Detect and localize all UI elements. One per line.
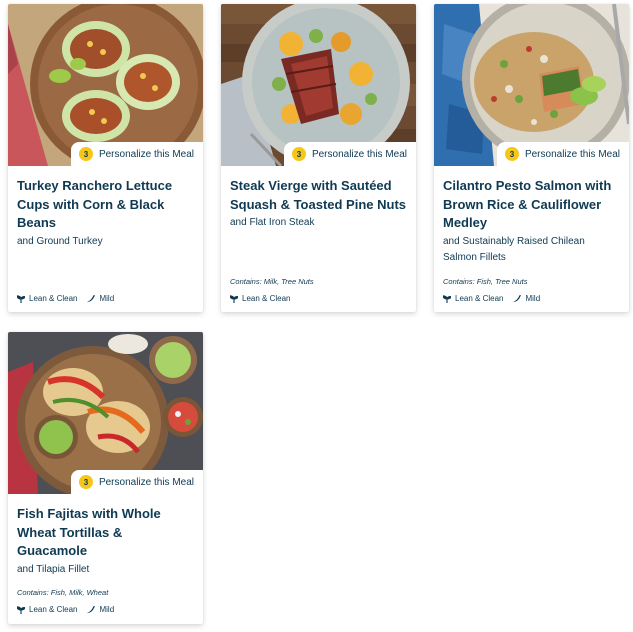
personalize-label: Personalize this Meal bbox=[311, 148, 407, 160]
tag-lean-clean: Lean & Clean bbox=[443, 294, 503, 303]
tag-label: Mild bbox=[99, 294, 115, 303]
meal-image[interactable]: 3 Personalize this Meal bbox=[434, 4, 629, 166]
sprout-icon bbox=[17, 605, 25, 614]
personalize-meal-button[interactable]: 3 Personalize this Meal bbox=[70, 142, 203, 166]
chili-pepper-icon bbox=[87, 605, 96, 614]
tag-mild: Mild bbox=[512, 294, 540, 303]
meal-card[interactable]: 3 Personalize this Meal Steak Vierge wit… bbox=[221, 4, 416, 312]
customization-count-badge: 3 bbox=[78, 147, 93, 161]
meal-protein: and Flat Iron Steak bbox=[230, 217, 315, 228]
tag-label: Lean & Clean bbox=[29, 605, 78, 614]
personalize-meal-button[interactable]: 3 Personalize this Meal bbox=[496, 142, 629, 166]
tag-lean-clean: Lean & Clean bbox=[17, 605, 77, 614]
meal-card[interactable]: 3 Personalize this Meal Cilantro Pesto S… bbox=[434, 4, 629, 312]
meal-image[interactable]: 3 Personalize this Meal bbox=[8, 332, 203, 494]
meal-protein: and Tilapia Fillet bbox=[17, 563, 90, 575]
tag-label: Lean & Clean bbox=[242, 294, 291, 303]
meal-image[interactable]: 3 Personalize this Meal bbox=[221, 4, 416, 166]
meal-tags: Lean & Clean Mild bbox=[443, 294, 549, 303]
meal-title[interactable]: Cilantro Pesto Salmon with Brown Rice & … bbox=[443, 177, 620, 233]
customization-count-badge: 3 bbox=[291, 147, 306, 161]
meal-tags: Lean & Clean Mild bbox=[17, 294, 123, 303]
meal-protein: and Ground Turkey bbox=[17, 235, 103, 247]
tag-mild: Mild bbox=[86, 294, 114, 303]
chili-pepper-icon bbox=[87, 294, 96, 303]
tag-label: Mild bbox=[525, 294, 541, 303]
personalize-label: Personalize this Meal bbox=[98, 148, 194, 160]
meal-protein: and Sustainably Raised Chilean Salmon Fi… bbox=[443, 235, 585, 263]
meal-image[interactable]: 3 Personalize this Meal bbox=[8, 4, 203, 166]
tag-label: Lean & Clean bbox=[29, 294, 78, 303]
meal-tags: Lean & Clean Mild bbox=[17, 605, 123, 614]
meal-tags: Lean & Clean bbox=[230, 294, 299, 303]
customization-count-badge: 3 bbox=[78, 475, 93, 489]
tag-label: Mild bbox=[99, 605, 115, 614]
tag-lean-clean: Lean & Clean bbox=[17, 294, 77, 303]
personalize-meal-button[interactable]: 3 Personalize this Meal bbox=[70, 470, 203, 494]
meal-card[interactable]: 3 Personalize this Meal Fish Fajitas wit… bbox=[8, 332, 203, 624]
meal-title[interactable]: Steak Vierge with Sautéed Squash & Toast… bbox=[230, 177, 407, 214]
personalize-label: Personalize this Meal bbox=[98, 476, 194, 488]
personalize-label: Personalize this Meal bbox=[524, 148, 620, 160]
tag-label: Lean & Clean bbox=[455, 294, 504, 303]
sprout-icon bbox=[17, 294, 25, 303]
allergen-info: Contains: Fish, Milk, Wheat bbox=[17, 588, 109, 597]
allergen-info: Contains: Fish, Tree Nuts bbox=[443, 277, 528, 286]
meal-card[interactable]: 3 Personalize this Meal Turkey Ranchero … bbox=[8, 4, 203, 312]
tag-lean-clean: Lean & Clean bbox=[230, 294, 290, 303]
chili-pepper-icon bbox=[513, 294, 522, 303]
meal-title[interactable]: Fish Fajitas with Whole Wheat Tortillas … bbox=[17, 505, 194, 561]
sprout-icon bbox=[443, 294, 451, 303]
customization-count-badge: 3 bbox=[504, 147, 519, 161]
sprout-icon bbox=[230, 294, 238, 303]
personalize-meal-button[interactable]: 3 Personalize this Meal bbox=[283, 142, 416, 166]
allergen-info: Contains: Milk, Tree Nuts bbox=[230, 277, 314, 286]
tag-mild: Mild bbox=[86, 605, 114, 614]
meal-title[interactable]: Turkey Ranchero Lettuce Cups with Corn &… bbox=[17, 177, 194, 233]
